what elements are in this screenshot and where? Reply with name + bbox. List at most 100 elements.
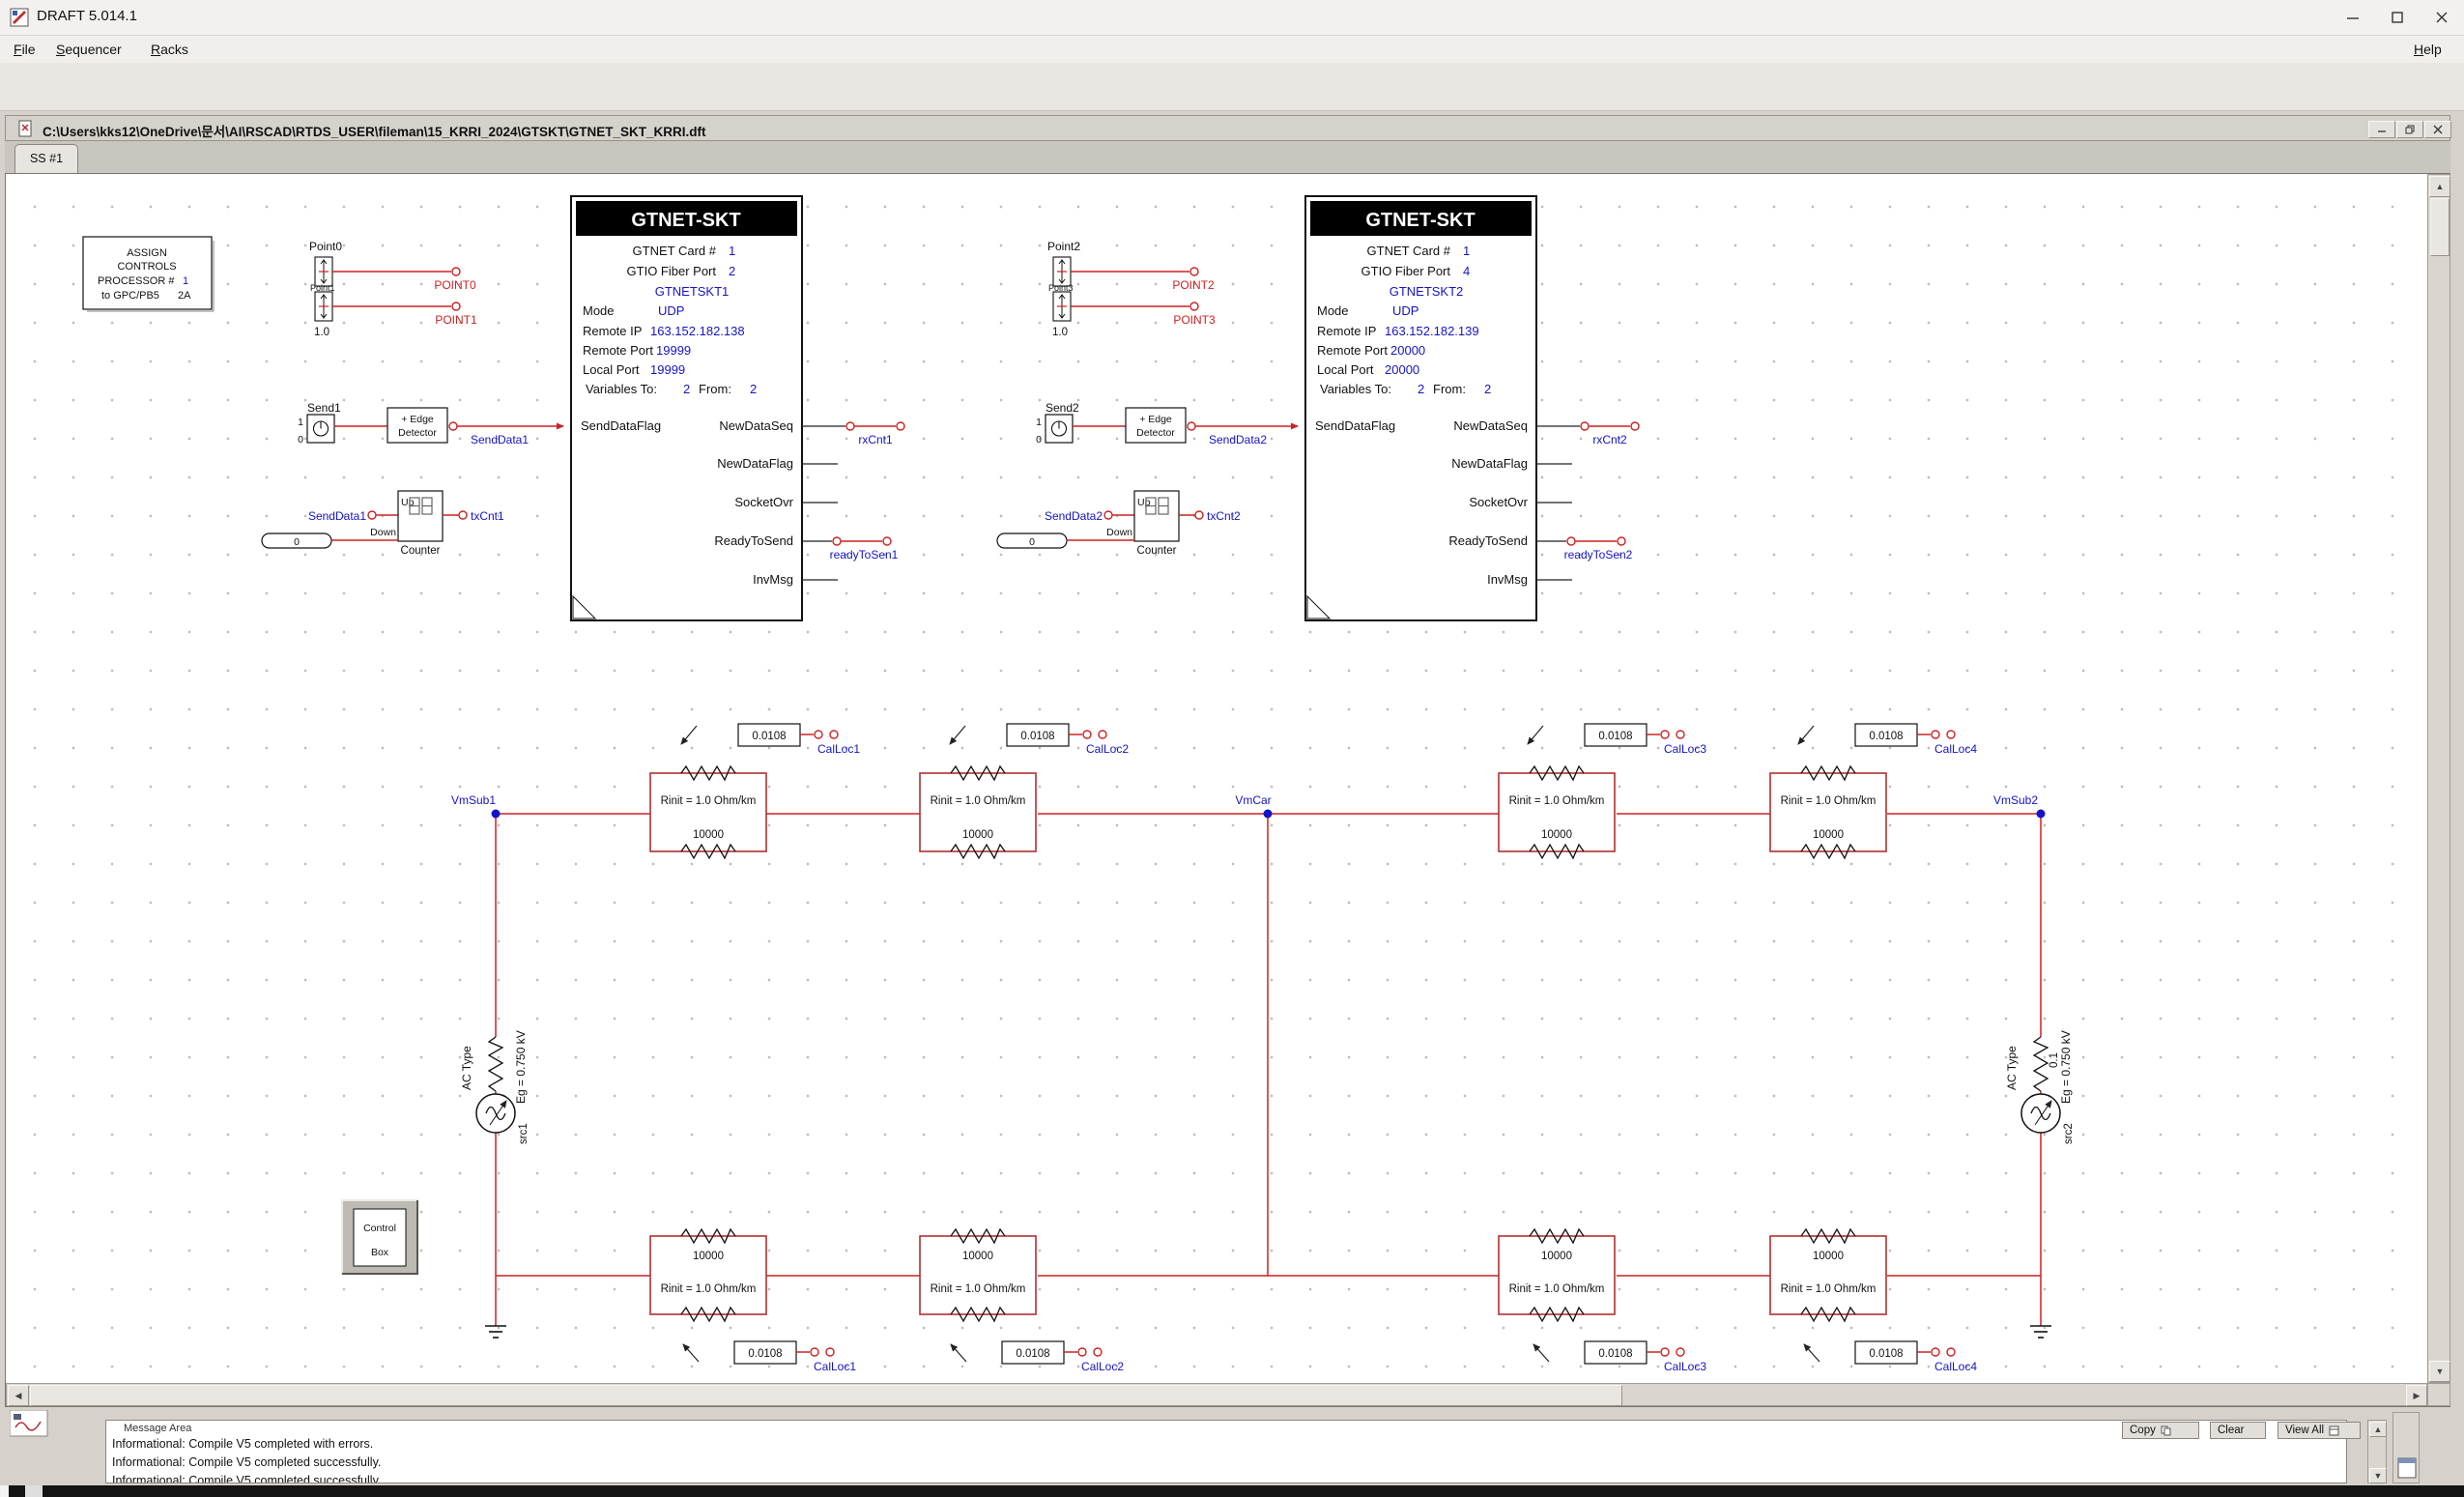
point-switch-group-2[interactable]: Point2 Point3 1.0 POINT2 POINT3 (1047, 240, 1216, 338)
cal-tap-bottom-1[interactable]: 0.0108 CalLoc1 (683, 1341, 856, 1373)
edge-detector-2[interactable]: + Edge Detector (1126, 408, 1186, 443)
control-box[interactable]: Control Box (342, 1200, 417, 1274)
message-scroll-down-button[interactable]: ▼ (2369, 1468, 2387, 1483)
scroll-up-button[interactable]: ▲ (2429, 176, 2450, 197)
canvas-horizontal-scrollbar[interactable]: ◀ ▶ (6, 1383, 2427, 1406)
line-section-bottom-3[interactable]: 10000 Rinit = 1.0 Ohm/km (1499, 1229, 1615, 1321)
bus-node[interactable] (492, 810, 501, 819)
document-icon (17, 120, 35, 137)
canvas-vertical-scrollbar[interactable]: ▲ ▼ (2427, 174, 2450, 1383)
ac-source-2[interactable]: AC Type 0.1 Eg = 0.750 kV src2 (2005, 1030, 2075, 1338)
send-switch-1[interactable]: Send1 1 0 (298, 401, 387, 446)
push-switch-icon[interactable] (307, 415, 334, 443)
ac-source-icon[interactable] (2021, 1094, 2060, 1133)
bus-node[interactable] (2037, 810, 2046, 819)
calloc1-label: CalLoc1 (814, 1360, 856, 1373)
scroll-right-button[interactable]: ▶ (2406, 1385, 2427, 1406)
cal-tap-top-2[interactable]: 0.0108 CalLoc2 (950, 724, 1129, 756)
line-section-bottom-1[interactable]: 10000 Rinit = 1.0 Ohm/km (650, 1229, 766, 1321)
cal-tap-bottom-2[interactable]: 0.0108 CalLoc2 (951, 1341, 1124, 1373)
doc-restore-button[interactable] (2396, 121, 2423, 138)
senddata2-wire[interactable]: SendData2 (1188, 422, 1298, 446)
readytosen1-label: readyToSen1 (830, 548, 899, 561)
copy-messages-button[interactable]: Copy (2122, 1422, 2199, 1439)
param-value: 20000 (1385, 362, 1419, 377)
doc-minimize-button[interactable] (2368, 121, 2395, 138)
cal-tap-bottom-3[interactable]: 0.0108 CalLoc3 (1533, 1341, 1706, 1373)
assign-controls-block[interactable]: ASSIGN CONTROLS PROCESSOR # 1 to GPC/PB5… (83, 237, 214, 311)
dial-switch-icon[interactable] (1053, 257, 1071, 286)
cal-value: 0.0108 (752, 731, 786, 742)
source-eg-label: Eg = 0.750 kV (514, 1030, 528, 1104)
rinit-label: Rinit = 1.0 Ohm/km (1509, 1283, 1605, 1295)
tab-ss1[interactable]: SS #1 (14, 144, 78, 174)
counter-1[interactable]: SendData1 Up Down Counter 0 txCnt1 (262, 491, 504, 557)
dial-switch-icon[interactable] (315, 257, 332, 286)
param-value: 2 (729, 264, 735, 278)
line-section-top-3[interactable]: Rinit = 1.0 Ohm/km 10000 (1499, 766, 1615, 858)
cal-value: 0.0108 (1598, 1348, 1632, 1360)
cal-value: 0.0108 (1020, 731, 1054, 742)
assign-line3: PROCESSOR # (98, 275, 175, 287)
view-all-messages-button[interactable]: View All (2278, 1422, 2361, 1439)
maximize-icon (2391, 11, 2404, 24)
bus-node[interactable] (1264, 810, 1273, 819)
calloc3-label: CalLoc3 (1664, 742, 1706, 756)
param-value: 2 (1418, 382, 1424, 396)
line-section-bottom-2[interactable]: 10000 Rinit = 1.0 Ohm/km (920, 1229, 1036, 1321)
push-switch-icon[interactable] (1046, 415, 1073, 443)
minimize-button[interactable] (2331, 0, 2375, 34)
dial-switch-icon[interactable] (315, 292, 332, 321)
menu-racks[interactable]: Racks (145, 40, 194, 59)
send-switch-2[interactable]: Send2 1 0 (1036, 401, 1126, 446)
cal-tap-top-3[interactable]: 0.0108 CalLoc3 (1528, 724, 1706, 756)
vertical-scroll-thumb[interactable] (2430, 198, 2450, 256)
edge-detector-1[interactable]: + Edge Detector (387, 408, 447, 443)
menu-file[interactable]: File (8, 40, 42, 59)
param-value: 4 (1463, 264, 1470, 278)
shunt-label: 10000 (693, 1251, 724, 1262)
cal-tap-bottom-4[interactable]: 0.0108 CalLoc4 (1804, 1341, 1977, 1373)
message-scroll-up-button[interactable]: ▲ (2369, 1422, 2387, 1437)
dial-switch-icon[interactable] (1053, 292, 1071, 321)
line-section-top-1[interactable]: Rinit = 1.0 Ohm/km 10000 (650, 766, 766, 858)
counter-2[interactable]: SendData2 Up Down Counter 0 txCnt2 (997, 491, 1241, 557)
clear-messages-button[interactable]: Clear (2210, 1422, 2266, 1439)
message-scrollbar[interactable]: ▲ ▼ (2367, 1420, 2387, 1483)
maximize-button[interactable] (2375, 0, 2420, 34)
message-line: Informational: Compile V5 completed with… (112, 1437, 373, 1451)
title-bar: DRAFT 5.014.1 (0, 0, 2464, 36)
gtnet-1-output-wires[interactable]: rxCnt1 readyToSen1 (802, 422, 904, 580)
switch-on-label: 1 (1036, 417, 1042, 428)
close-button[interactable] (2420, 0, 2464, 34)
send1-title: Send1 (307, 401, 341, 415)
line-section-top-2[interactable]: Rinit = 1.0 Ohm/km 10000 (920, 766, 1036, 858)
message-area[interactable]: Message Area Informational: Compile V5 c… (105, 1420, 2347, 1483)
doc-close-button[interactable] (2424, 121, 2451, 138)
restore-window-icon[interactable] (2396, 1455, 2418, 1481)
line-section-bottom-4[interactable]: 10000 Rinit = 1.0 Ohm/km (1770, 1229, 1886, 1321)
scroll-left-button[interactable]: ◀ (8, 1385, 29, 1406)
scroll-down-button[interactable]: ▼ (2429, 1361, 2450, 1382)
cal-tap-top-1[interactable]: 0.0108 CalLoc1 (681, 724, 860, 756)
senddata1-wire[interactable]: SendData1 (449, 422, 563, 446)
port-label: NewDataSeq (1453, 418, 1528, 433)
ac-source-icon[interactable] (476, 1094, 515, 1133)
status-thumbnail-icon[interactable] (10, 1410, 48, 1437)
gtnet-2-output-wires[interactable]: rxCnt2 readyToSen2 (1536, 422, 1639, 580)
line-section-top-4[interactable]: Rinit = 1.0 Ohm/km 10000 (1770, 766, 1886, 858)
counter1-input-label: SendData1 (308, 509, 366, 523)
constant-zero-value: 0 (294, 536, 300, 548)
menu-help[interactable]: Help (2408, 40, 2448, 59)
horizontal-scroll-thumb[interactable] (30, 1385, 1622, 1406)
gtnet-skt-block-1[interactable]: GTNET-SKT GTNET Card # 1 GTIO Fiber Port… (571, 196, 802, 620)
assign-processor-number: 1 (183, 275, 188, 287)
menu-sequencer[interactable]: Sequencer (50, 40, 128, 59)
schematic-canvas[interactable]: ASSIGN CONTROLS PROCESSOR # 1 to GPC/PB5… (5, 173, 2450, 1407)
point-switch-group-1[interactable]: Point0 Point1 1.0 POINT0 POINT1 (309, 240, 477, 338)
rinit-label: Rinit = 1.0 Ohm/km (1781, 1283, 1877, 1295)
cal-tap-top-4[interactable]: 0.0108 CalLoc4 (1798, 724, 1977, 756)
ac-source-1[interactable]: AC Type Eg = 0.750 kV src1 (460, 1030, 530, 1338)
gtnet-skt-block-2[interactable]: GTNET-SKT GTNET Card # 1 GTIO Fiber Port… (1305, 196, 1536, 620)
side-dock-strip[interactable] (2392, 1412, 2420, 1483)
